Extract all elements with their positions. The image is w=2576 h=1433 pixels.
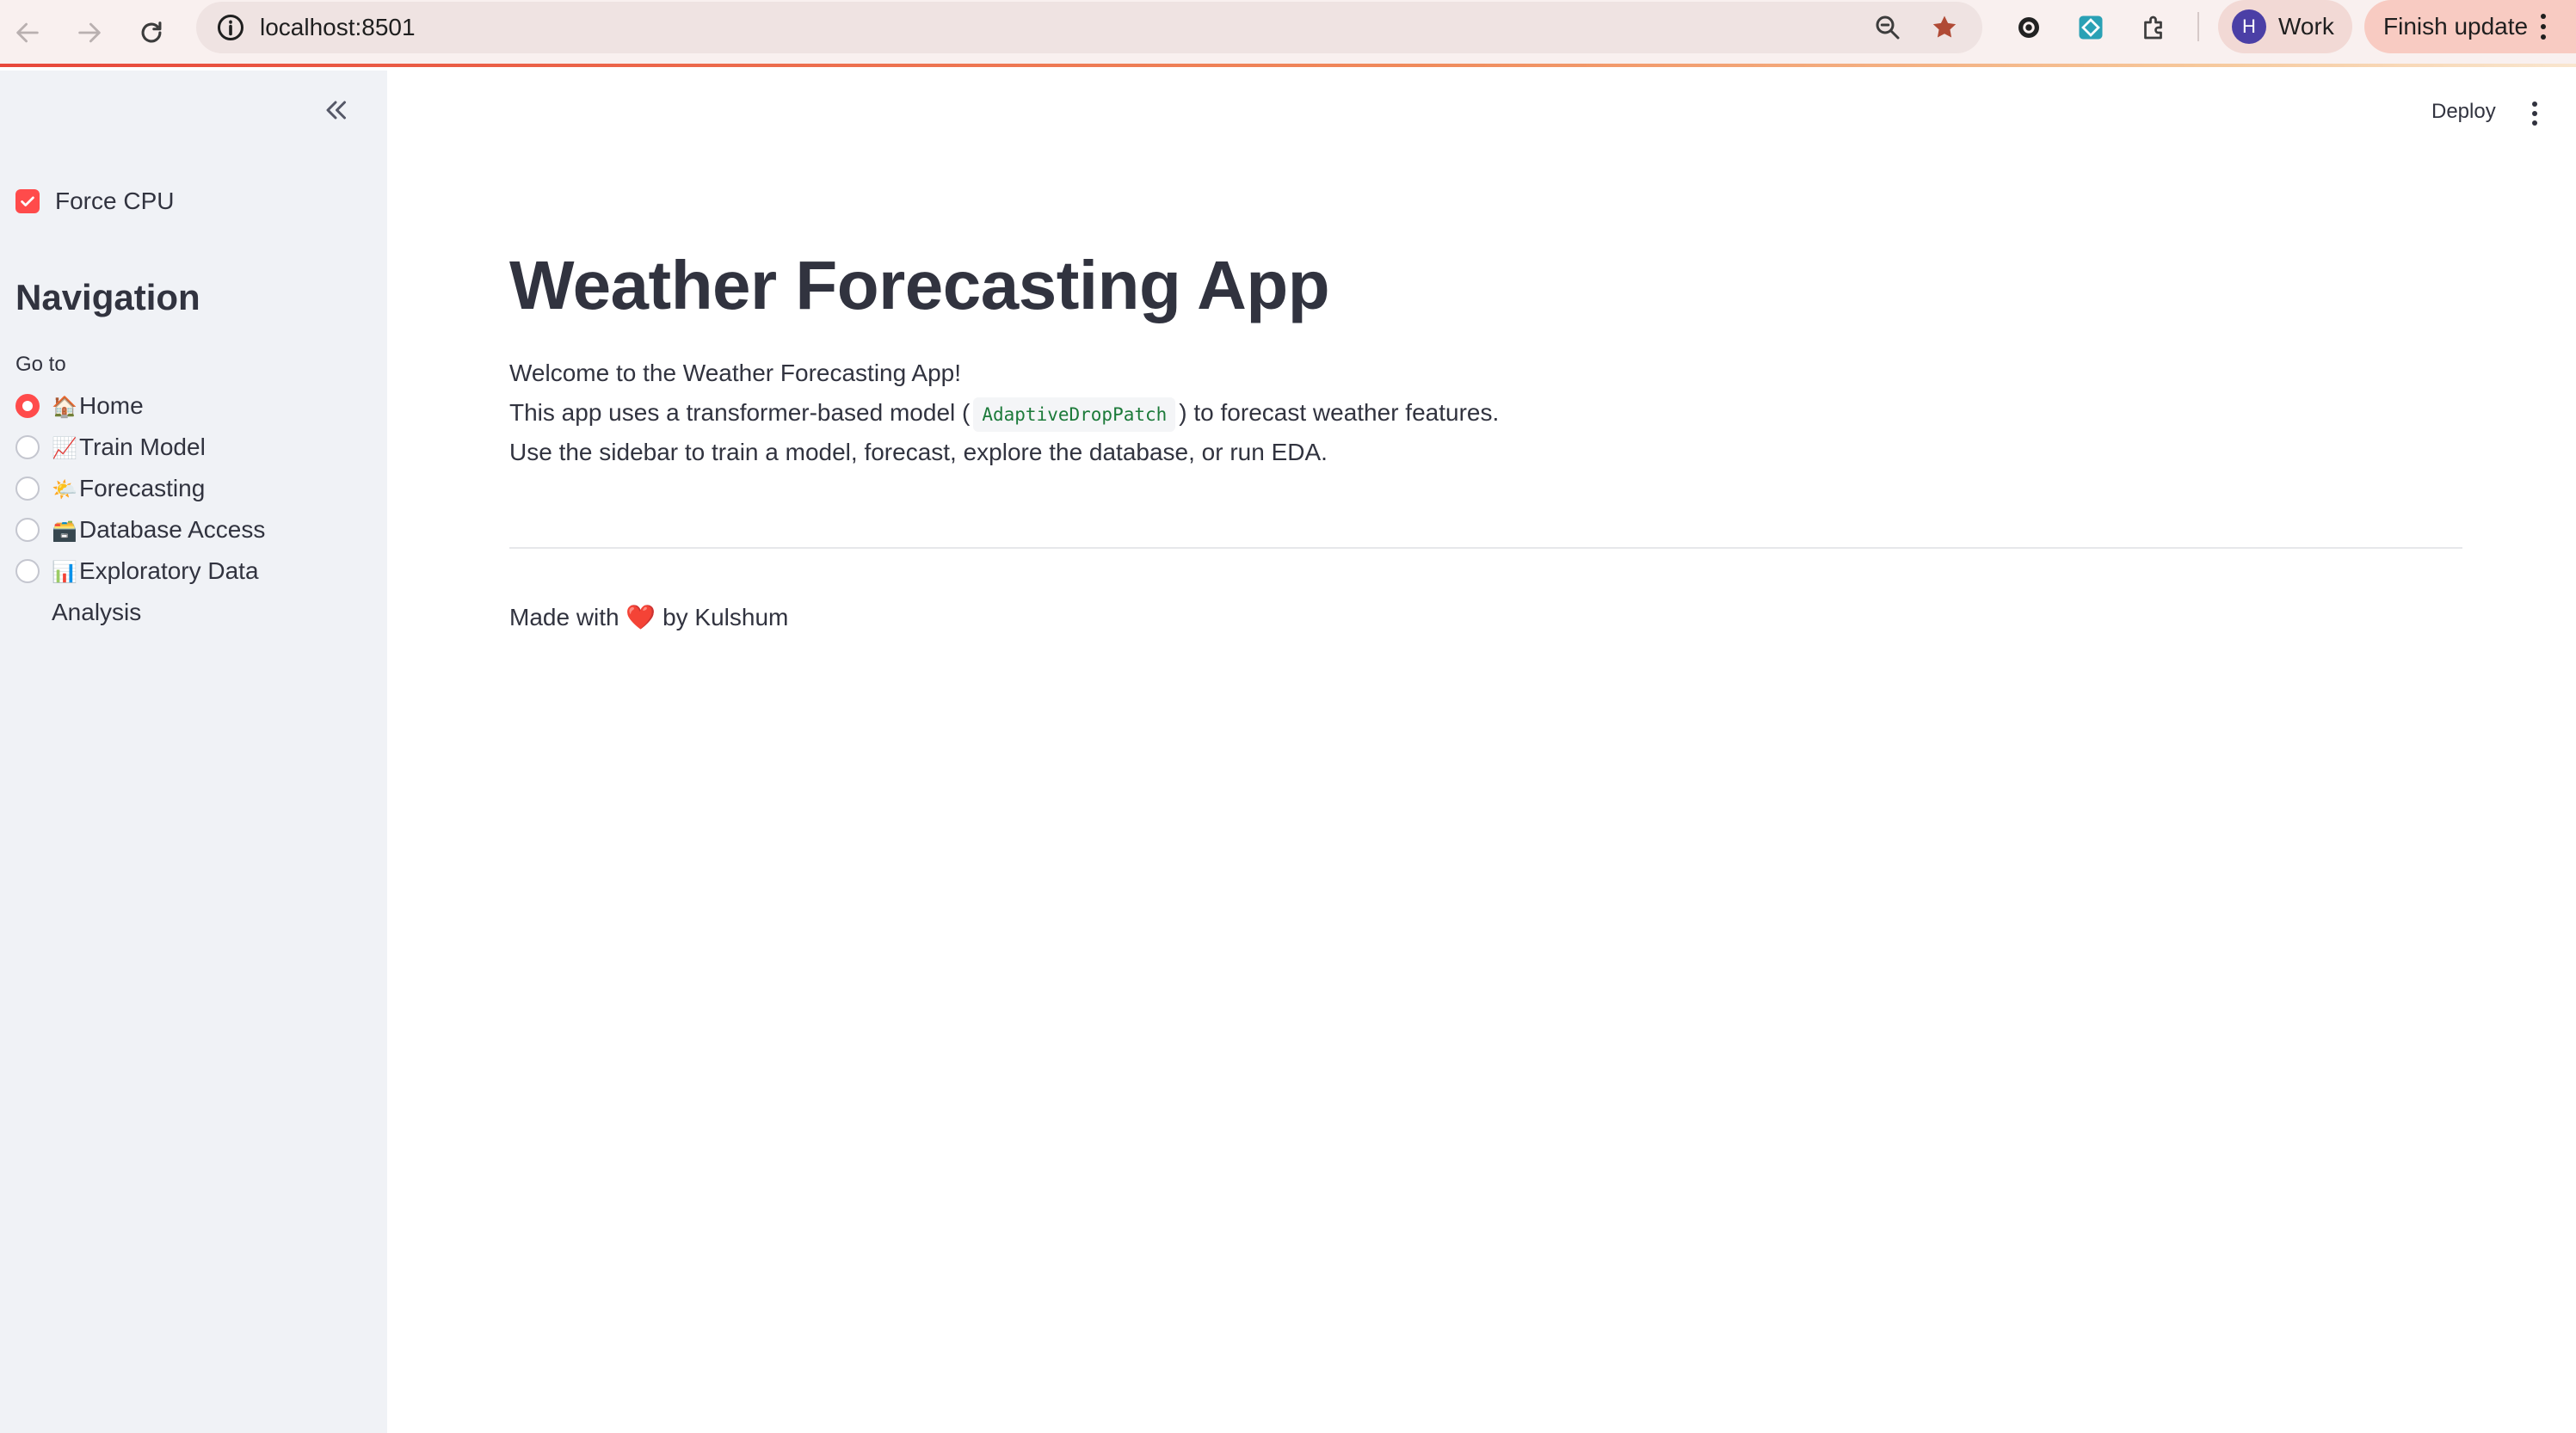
- nav-radio-home[interactable]: 🏠Home: [15, 392, 275, 421]
- radio-unselected-icon[interactable]: [15, 435, 40, 459]
- reload-button[interactable]: [131, 12, 172, 53]
- radio-selected-icon[interactable]: [15, 394, 40, 418]
- force-cpu-checkbox[interactable]: Force CPU: [15, 188, 174, 215]
- radio-unselected-icon[interactable]: [15, 559, 40, 583]
- nav-label-forecasting: Forecasting: [79, 475, 206, 501]
- bar-chart-icon: 📊: [52, 561, 77, 584]
- loading-progress-bar: [0, 64, 2576, 67]
- site-info-icon[interactable]: [215, 12, 246, 43]
- nav-label-train-model: Train Model: [79, 434, 206, 460]
- chart-up-icon: 📈: [52, 437, 77, 460]
- radio-unselected-icon[interactable]: [15, 477, 40, 501]
- browser-toolbar: localhost:8501 H Work Finish update: [0, 0, 2576, 67]
- nav-label-database-access: Database Access: [79, 516, 266, 543]
- model-name-code: AdaptiveDropPatch: [973, 397, 1176, 432]
- kebab-menu-icon[interactable]: [2540, 14, 2547, 40]
- sidebar: Force CPU Navigation Go to 🏠Home 📈Train …: [0, 71, 387, 1433]
- extension-diamond-icon[interactable]: [2074, 10, 2108, 45]
- profile-button[interactable]: H Work: [2218, 0, 2352, 53]
- main-menu-icon[interactable]: [2531, 101, 2538, 126]
- home-icon: 🏠: [52, 396, 77, 419]
- footer-prefix: Made with: [509, 604, 619, 630]
- divider: [509, 547, 2462, 549]
- zoom-icon[interactable]: [1870, 10, 1905, 45]
- profile-label: Work: [2278, 13, 2334, 40]
- nav-label-exploratory-data-analysis: Exploratory Data Analysis: [52, 557, 259, 625]
- finish-update-button[interactable]: Finish update: [2364, 0, 2576, 53]
- welcome-text: Welcome to the Weather Forecasting App!: [509, 360, 962, 386]
- navigation-radio-group: 🏠Home 📈Train Model 🌤️Forecasting 🗃️Datab…: [15, 392, 275, 644]
- deploy-button[interactable]: Deploy: [2431, 100, 2496, 124]
- avatar: H: [2232, 9, 2266, 44]
- extension-gear-icon[interactable]: [2012, 10, 2046, 45]
- description-suffix: ) to forecast weather features.: [1179, 399, 1500, 426]
- forward-arrow-icon: [78, 22, 101, 43]
- checkbox-checked-icon[interactable]: [15, 189, 40, 213]
- collapse-sidebar-icon[interactable]: [320, 95, 351, 126]
- description-text: This app uses a transformer-based model …: [509, 397, 1499, 432]
- force-cpu-label: Force CPU: [55, 188, 175, 214]
- back-arrow-icon: [16, 22, 39, 43]
- radio-unselected-icon[interactable]: [15, 518, 40, 542]
- sun-cloud-icon: 🌤️: [52, 478, 77, 501]
- instructions-text: Use the sidebar to train a model, foreca…: [509, 439, 1328, 465]
- url-text[interactable]: localhost:8501: [260, 12, 416, 43]
- heart-icon: ❤️: [626, 604, 656, 630]
- nav-radio-exploratory-data-analysis[interactable]: 📊Exploratory Data Analysis: [15, 557, 275, 632]
- forward-button[interactable]: [69, 12, 110, 53]
- back-button[interactable]: [7, 12, 48, 53]
- toolbar-separator: [2197, 12, 2199, 41]
- nav-label-home: Home: [79, 392, 144, 419]
- reload-icon: [141, 22, 162, 43]
- page-title: Weather Forecasting App: [509, 247, 1330, 323]
- description-prefix: This app uses a transformer-based model …: [509, 399, 971, 426]
- goto-label: Go to: [15, 353, 66, 376]
- nav-radio-forecasting[interactable]: 🌤️Forecasting: [15, 475, 275, 504]
- bookmark-star-icon[interactable]: [1927, 10, 1962, 45]
- nav-radio-database-access[interactable]: 🗃️Database Access: [15, 516, 275, 545]
- address-bar[interactable]: localhost:8501: [196, 2, 1982, 53]
- nav-radio-train-model[interactable]: 📈Train Model: [15, 434, 275, 463]
- footer-text: Made with ❤️ by Kulshum: [509, 602, 788, 633]
- extensions-puzzle-icon[interactable]: [2137, 10, 2172, 45]
- footer-suffix: by Kulshum: [662, 604, 789, 630]
- file-box-icon: 🗃️: [52, 520, 77, 543]
- navigation-heading: Navigation: [15, 277, 200, 317]
- update-label: Finish update: [2383, 13, 2529, 40]
